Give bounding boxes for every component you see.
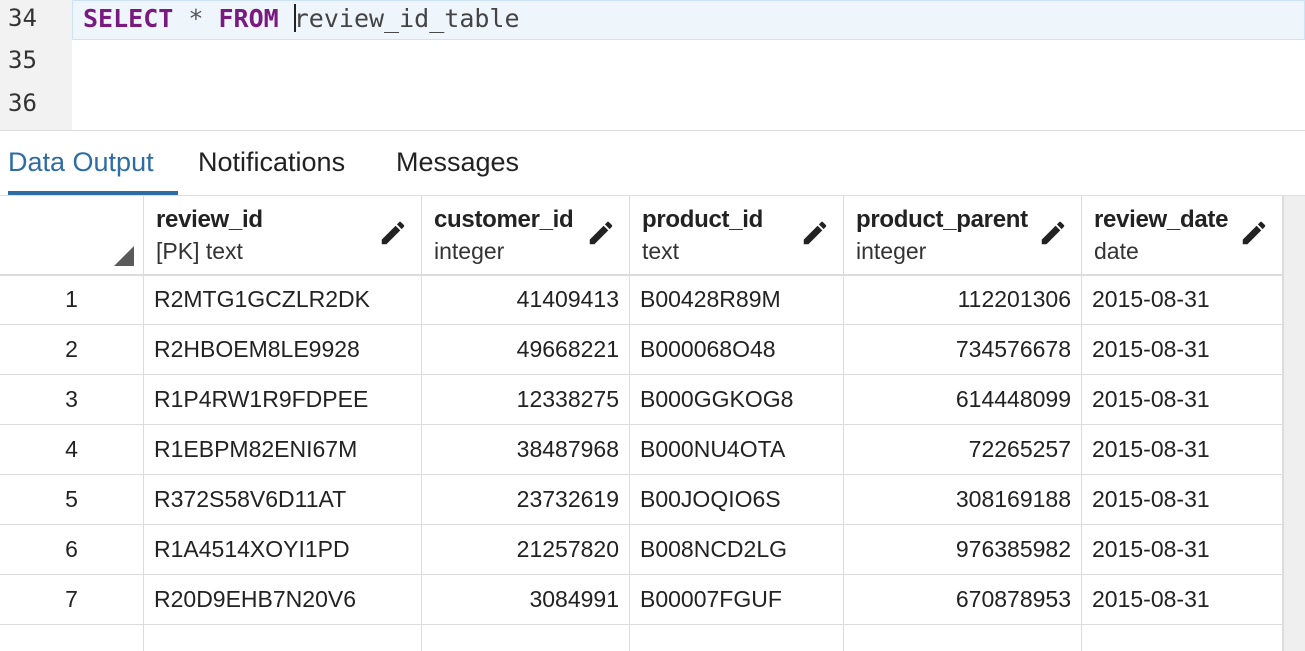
sql-token-op: * (173, 4, 219, 33)
code-line[interactable] (72, 85, 1305, 125)
code-line[interactable] (72, 42, 1305, 82)
corner-triangle-icon (114, 246, 134, 266)
tab-messages[interactable]: Messages (396, 131, 519, 193)
cell-review-date[interactable]: 2015-08-31 (1082, 275, 1283, 324)
sql-token-kw: SELECT (83, 4, 174, 33)
column-header-product-parent[interactable]: product_parentinteger (844, 196, 1082, 274)
table-row[interactable]: 3 R1P4RW1R9FDPEE 12338275 B000GGKOG8 6144480… (0, 375, 1283, 425)
sql-editor[interactable]: 34 SELECT * FROM review_id_table 35 36 (0, 0, 1305, 130)
cell-product-parent[interactable]: 614448099 (844, 375, 1082, 424)
row-number[interactable]: 1 (0, 275, 144, 324)
column-header-review-id[interactable]: review_id [PK] text (144, 196, 422, 274)
column-name: product_id (642, 206, 763, 233)
cell-customer-id[interactable]: 23732619 (422, 475, 630, 524)
cell-product-parent[interactable]: 734576678 (844, 325, 1082, 374)
cell-product-id[interactable]: B00JOQIO6S (630, 475, 844, 524)
table-row[interactable] (0, 625, 1283, 651)
grid-header-row: review_id [PK] text customer_id integer prod… (0, 196, 1283, 276)
cell-customer-id[interactable]: 12338275 (422, 375, 630, 424)
cell-customer-id[interactable]: 38487968 (422, 425, 630, 474)
vertical-scrollbar[interactable] (1283, 196, 1305, 651)
column-name: review_date (1094, 206, 1229, 233)
cell-product-id[interactable]: B000NU4OTA (630, 425, 844, 474)
cell-product-parent[interactable]: 72265257 (844, 425, 1082, 474)
row-number[interactable] (0, 625, 144, 651)
cell-review-id[interactable]: R1EBPM82ENI67M (144, 425, 422, 474)
column-type: integer (856, 238, 927, 264)
row-header-corner[interactable] (0, 196, 144, 274)
sql-token-ident: review_id_table (293, 4, 520, 33)
column-header-product-id[interactable]: product_idtext (630, 196, 844, 274)
column-type: text (642, 238, 680, 264)
row-number[interactable]: 4 (0, 425, 144, 474)
cell-product-id[interactable]: B000068O48 (630, 325, 844, 374)
pencil-icon[interactable] (586, 218, 616, 248)
row-number[interactable]: 6 (0, 525, 144, 574)
column-header-customer-id[interactable]: customer_idinteger (422, 196, 630, 274)
cell-customer-id[interactable]: 41409413 (422, 275, 630, 324)
row-number[interactable]: 3 (0, 375, 144, 424)
cell-review-id[interactable]: R20D9EHB7N20V6 (144, 575, 422, 624)
row-number[interactable]: 2 (0, 325, 144, 374)
cell-product-id[interactable] (630, 625, 844, 651)
pencil-icon[interactable] (800, 218, 830, 248)
row-number[interactable]: 5 (0, 475, 144, 524)
cell-review-date[interactable]: 2015-08-31 (1082, 325, 1283, 374)
cell-review-id[interactable] (144, 625, 422, 651)
cell-review-id[interactable]: R1A4514XOYI1PD (144, 525, 422, 574)
column-name: product_parent (856, 206, 1028, 233)
cell-review-date[interactable] (1082, 625, 1283, 651)
cell-customer-id[interactable]: 21257820 (422, 525, 630, 574)
cell-review-date[interactable]: 2015-08-31 (1082, 575, 1283, 624)
cell-review-id[interactable]: R2HBOEM8LE9928 (144, 325, 422, 374)
column-type: date (1094, 238, 1139, 264)
table-row[interactable]: 2 R2HBOEM8LE9928 49668221 B000068O48 7345766… (0, 325, 1283, 375)
cell-product-id[interactable]: B000GGKOG8 (630, 375, 844, 424)
cell-product-id[interactable]: B00007FGUF (630, 575, 844, 624)
cell-customer-id[interactable] (422, 625, 630, 651)
sql-token-op (279, 4, 294, 33)
table-row[interactable]: 6 R1A4514XOYI1PD 21257820 B008NCD2LG 9763859… (0, 525, 1283, 575)
tab-notifications[interactable]: Notifications (198, 131, 345, 193)
pencil-icon[interactable] (378, 218, 408, 248)
cell-product-id[interactable]: B008NCD2LG (630, 525, 844, 574)
cell-product-parent[interactable]: 308169188 (844, 475, 1082, 524)
table-row[interactable]: 1 R2MTG1GCZLR2DK 41409413 B00428R89M 1122013… (0, 275, 1283, 325)
sql-token-kw: FROM (218, 4, 279, 33)
table-row[interactable]: 5 R372S58V6D11AT 23732619 B00JOQIO6S 3081691… (0, 475, 1283, 525)
cell-review-date[interactable]: 2015-08-31 (1082, 525, 1283, 574)
cell-review-id[interactable]: R1P4RW1R9FDPEE (144, 375, 422, 424)
cell-product-parent[interactable]: 670878953 (844, 575, 1082, 624)
column-name: customer_id (434, 206, 574, 233)
table-row[interactable]: 4 R1EBPM82ENI67M 38487968 B000NU4OTA 7226525… (0, 425, 1283, 475)
column-name: review_id (156, 206, 263, 233)
cell-review-date[interactable]: 2015-08-31 (1082, 375, 1283, 424)
cell-review-id[interactable]: R2MTG1GCZLR2DK (144, 275, 422, 324)
cell-product-id[interactable]: B00428R89M (630, 275, 844, 324)
cell-product-parent[interactable]: 976385982 (844, 525, 1082, 574)
cell-review-id[interactable]: R372S58V6D11AT (144, 475, 422, 524)
cell-customer-id[interactable]: 3084991 (422, 575, 630, 624)
table-row[interactable]: 7 R20D9EHB7N20V6 3084991 B00007FGUF 67087895… (0, 575, 1283, 625)
column-header-review-date[interactable]: review_datedate (1082, 196, 1283, 274)
cell-review-date[interactable]: 2015-08-31 (1082, 475, 1283, 524)
column-type: [PK] text (156, 238, 243, 264)
line-number: 35 (8, 46, 37, 74)
result-tabs: Data Output Notifications Messages (0, 131, 1305, 196)
tab-data-output[interactable]: Data Output (8, 131, 178, 195)
data-output-grid: review_id [PK] text customer_id integer prod… (0, 196, 1305, 651)
line-number: 34 (8, 4, 37, 32)
cell-product-parent[interactable] (844, 625, 1082, 651)
column-type: integer (434, 238, 505, 264)
code-line[interactable]: SELECT * FROM review_id_table (72, 0, 1305, 40)
cell-product-parent[interactable]: 112201306 (844, 275, 1082, 324)
line-number: 36 (8, 89, 37, 117)
pencil-icon[interactable] (1038, 218, 1068, 248)
cell-review-date[interactable]: 2015-08-31 (1082, 425, 1283, 474)
row-number[interactable]: 7 (0, 575, 144, 624)
cell-customer-id[interactable]: 49668221 (422, 325, 630, 374)
pencil-icon[interactable] (1239, 218, 1269, 248)
